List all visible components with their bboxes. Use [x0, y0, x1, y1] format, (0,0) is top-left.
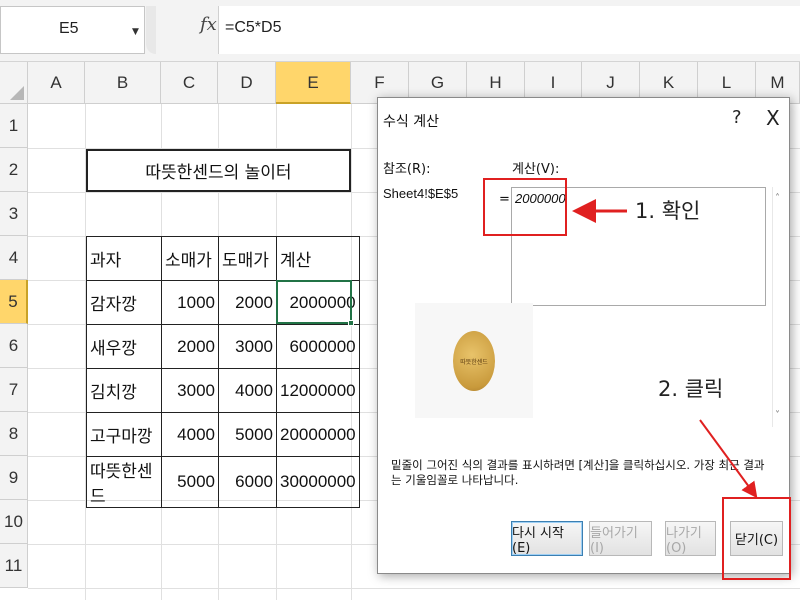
select-all-button[interactable]	[0, 62, 28, 104]
row-header-11[interactable]: 11	[0, 544, 28, 588]
cell-calc[interactable]: 30000000	[276, 456, 360, 508]
annotation-step-1: 1. 확인	[635, 199, 701, 223]
formula-bar: E5 ▼ fx =C5*D5	[0, 0, 800, 62]
formula-input[interactable]: =C5*D5	[218, 6, 800, 54]
highlight-box-close	[722, 497, 791, 580]
header-cell-wholesale[interactable]: 도매가	[218, 236, 277, 281]
sheet-title-cell[interactable]: 따뜻한센드의 놀이터	[86, 149, 351, 192]
cell-retail[interactable]: 4000	[161, 412, 219, 457]
row-header-4[interactable]: 4	[0, 236, 28, 280]
reference-value: Sheet4!$E$5	[383, 186, 459, 201]
column-header-a[interactable]: A	[28, 62, 85, 104]
cell-retail[interactable]: 1000	[161, 280, 219, 325]
cell-wholesale[interactable]: 4000	[218, 368, 277, 413]
cell-snack[interactable]: 고구마깡	[86, 412, 162, 457]
highlight-box-result	[483, 178, 567, 236]
header-cell-retail[interactable]: 소매가	[161, 236, 219, 281]
cell-calc[interactable]: 12000000	[276, 368, 360, 413]
cell-wholesale[interactable]: 5000	[218, 412, 277, 457]
row-header-2[interactable]: 2	[0, 148, 28, 192]
scroll-down-icon[interactable]: ˅	[775, 410, 780, 421]
table-row: 새우깡 2000 3000 6000000	[86, 324, 360, 369]
step-in-button[interactable]: 들어가기(I)	[589, 521, 652, 556]
cell-wholesale[interactable]: 2000	[218, 280, 277, 325]
name-box-value: E5	[59, 20, 79, 37]
header-cell-calc[interactable]: 계산	[276, 236, 360, 281]
select-all-triangle-icon	[10, 86, 24, 100]
help-icon[interactable]: ?	[732, 107, 742, 128]
cell-wholesale[interactable]: 3000	[218, 324, 277, 369]
cell-calc[interactable]: 20000000	[276, 412, 360, 457]
cell-retail[interactable]: 3000	[161, 368, 219, 413]
reference-label: 참조(R):	[383, 162, 431, 177]
insert-function-icon[interactable]: fx	[200, 14, 217, 35]
evaluation-scrollbar[interactable]: ˄ ˅	[772, 187, 787, 427]
table-row: 김치깡 3000 4000 12000000	[86, 368, 360, 413]
cell-snack[interactable]: 감자깡	[86, 280, 162, 325]
column-header-b[interactable]: B	[85, 62, 161, 104]
restart-button[interactable]: 다시 시작(E)	[511, 521, 583, 556]
row-header-7[interactable]: 7	[0, 368, 28, 412]
column-header-e[interactable]: E	[276, 62, 351, 104]
evaluation-label: 계산(V):	[512, 162, 560, 177]
cell-calc[interactable]: 2000000	[276, 280, 360, 325]
row-header-3[interactable]: 3	[0, 192, 28, 236]
step-out-button[interactable]: 나가기(O)	[665, 521, 716, 556]
annotation-step-2: 2. 클릭	[658, 377, 724, 401]
table-row: 고구마깡 4000 5000 20000000	[86, 412, 360, 457]
cookie-logo: 따뜻한센드	[453, 331, 495, 391]
close-icon[interactable]: X	[766, 106, 780, 130]
table-header-row: 과자 소매가 도매가 계산	[86, 236, 360, 281]
column-header-c[interactable]: C	[161, 62, 218, 104]
table-row: 따뜻한센드 5000 6000 30000000	[86, 456, 360, 508]
row-header-8[interactable]: 8	[0, 412, 28, 456]
cell-snack[interactable]: 새우깡	[86, 324, 162, 369]
formula-bar-separator	[146, 6, 156, 54]
fill-handle[interactable]	[348, 320, 354, 326]
row-header-6[interactable]: 6	[0, 324, 28, 368]
dialog-title: 수식 계산	[383, 114, 439, 130]
grid-line	[28, 588, 800, 589]
name-box[interactable]: E5 ▼	[0, 6, 145, 54]
header-cell-snack[interactable]: 과자	[86, 236, 162, 281]
cell-retail[interactable]: 5000	[161, 456, 219, 508]
data-table: 과자 소매가 도매가 계산 감자깡 1000 2000 2000000 새우깡 …	[86, 236, 360, 508]
cell-wholesale[interactable]: 6000	[218, 456, 277, 508]
cell-calc[interactable]: 6000000	[276, 324, 360, 369]
cell-retail[interactable]: 2000	[161, 324, 219, 369]
cell-snack[interactable]: 김치깡	[86, 368, 162, 413]
row-header-9[interactable]: 9	[0, 456, 28, 500]
row-header-1[interactable]: 1	[0, 104, 28, 148]
column-header-d[interactable]: D	[218, 62, 276, 104]
table-row: 감자깡 1000 2000 2000000	[86, 280, 360, 325]
cell-snack[interactable]: 따뜻한센드	[86, 456, 162, 508]
scroll-up-icon[interactable]: ˄	[775, 193, 780, 204]
chevron-down-icon[interactable]: ▼	[132, 27, 139, 37]
row-header-5[interactable]: 5	[0, 280, 28, 324]
logo-area: 따뜻한센드	[415, 303, 533, 418]
dialog-description: 밑줄이 그어진 식의 결과를 표시하려면 [계산]을 클릭하십시오. 가장 최근…	[391, 458, 765, 487]
row-header-10[interactable]: 10	[0, 500, 28, 544]
formula-text: =C5*D5	[225, 19, 282, 36]
